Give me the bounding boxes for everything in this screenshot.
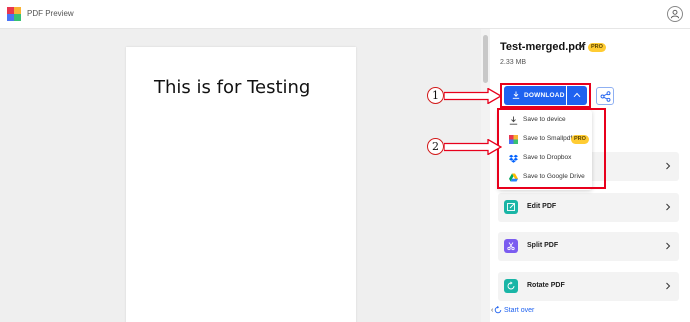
user-icon — [670, 9, 680, 19]
split-pdf-icon — [504, 239, 518, 253]
chevron-right-icon — [666, 203, 671, 211]
file-name: Test-merged.pdf — [500, 41, 586, 53]
collapse-panel-arrow[interactable]: ‹ — [491, 307, 493, 314]
tool-label: Split PDF — [527, 242, 559, 249]
preview-scrollbar[interactable] — [481, 29, 490, 322]
pencil-icon[interactable] — [578, 42, 586, 50]
pro-badge: PRO — [588, 43, 606, 52]
tool-card-rotate-pdf[interactable]: Rotate PDF — [498, 272, 679, 301]
annotation-box-download — [500, 83, 591, 108]
chevron-right-icon — [666, 162, 671, 170]
annotation-box-save-options — [497, 108, 606, 189]
refresh-icon — [494, 306, 502, 314]
top-bar: PDF Preview — [0, 0, 690, 29]
rotate-pdf-icon — [504, 279, 518, 293]
chevron-right-icon — [666, 242, 671, 250]
share-button[interactable] — [596, 87, 614, 105]
share-icon — [600, 91, 611, 102]
tool-card-split-pdf[interactable]: Split PDF — [498, 232, 679, 261]
annotation-arrow-1 — [444, 88, 502, 104]
pdf-page-text: This is for Testing — [154, 77, 311, 98]
tool-label: Rotate PDF — [527, 282, 565, 289]
start-over-link[interactable]: Start over — [504, 307, 534, 314]
app-title: PDF Preview — [27, 9, 74, 18]
step-number-2: 2 — [427, 138, 444, 155]
tool-card-edit-pdf[interactable]: Edit PDF — [498, 193, 679, 222]
chevron-right-icon — [666, 282, 671, 290]
pdf-preview-area: This is for Testing — [0, 29, 490, 322]
scrollbar-thumb[interactable] — [483, 35, 488, 83]
step-number-1: 1 — [427, 87, 444, 104]
user-avatar[interactable] — [667, 6, 683, 22]
annotation-arrow-2 — [444, 139, 502, 155]
tool-label: Edit PDF — [527, 203, 557, 210]
pdf-page: This is for Testing — [126, 47, 356, 322]
edit-pdf-icon — [504, 200, 518, 214]
file-size: 2.33 MB — [500, 59, 527, 66]
smallpdf-logo — [7, 7, 21, 21]
